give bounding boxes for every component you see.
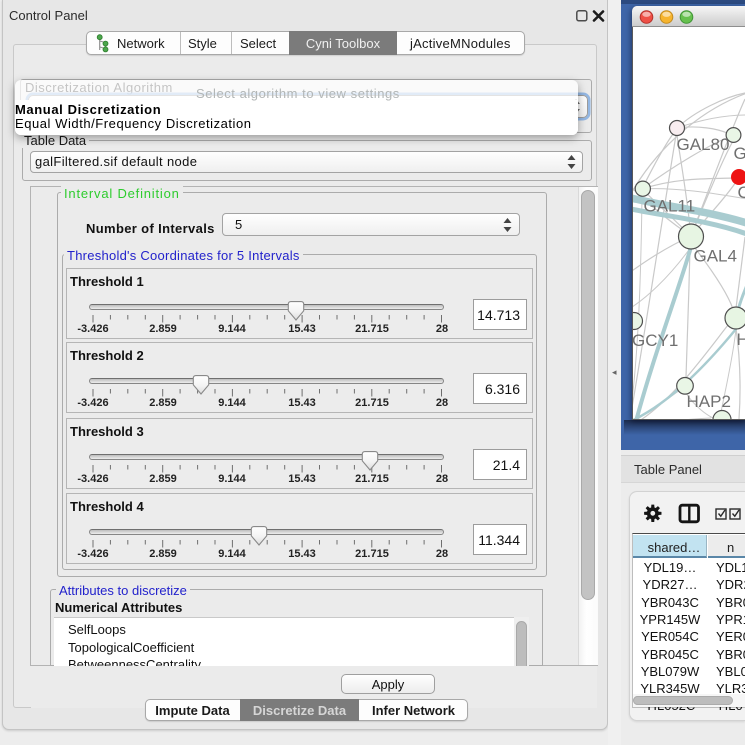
svg-text:GAL4: GAL4 (694, 247, 737, 266)
svg-text:GAL80: GAL80 (677, 135, 730, 154)
svg-text:H: H (737, 330, 745, 349)
svg-text:HAP2: HAP2 (687, 392, 731, 411)
svg-text:GCY1: GCY1 (633, 331, 678, 350)
svg-text:GAL11: GAL11 (644, 197, 696, 216)
svg-text:GA: GA (734, 144, 745, 163)
svg-text:C: C (738, 183, 745, 202)
